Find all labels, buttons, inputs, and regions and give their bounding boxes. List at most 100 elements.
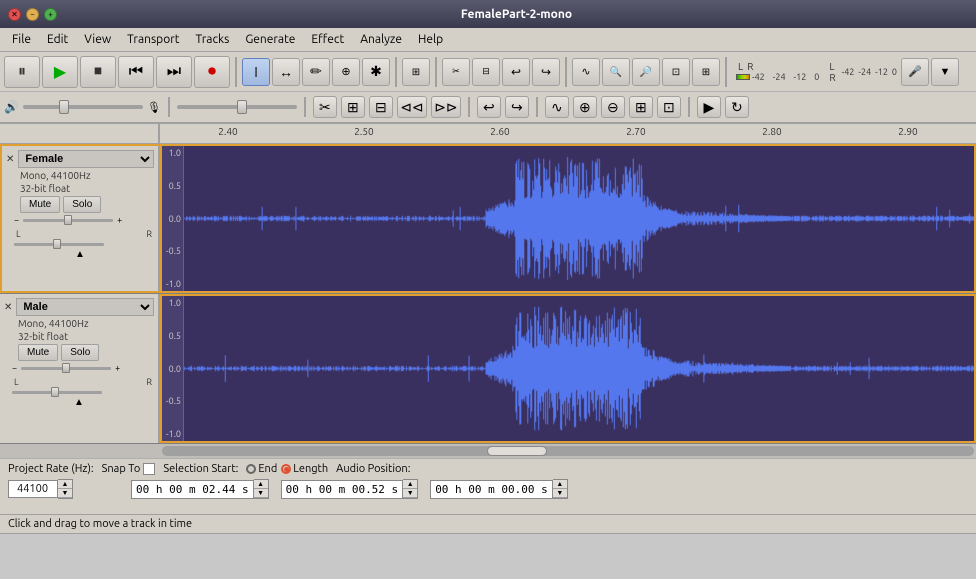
female-gain-slider[interactable]: − + — [14, 215, 154, 225]
length-radio-circle[interactable] — [281, 464, 291, 474]
project-rate-spin-down[interactable]: ▼ — [58, 489, 72, 498]
stop-button[interactable]: ⏹ — [80, 56, 116, 88]
fit-button[interactable]: ⊡ — [662, 58, 690, 86]
fit2-button[interactable]: ⊞ — [629, 96, 653, 118]
cut-button[interactable]: ✂ — [313, 96, 337, 118]
play-button[interactable]: ▶ — [42, 56, 78, 88]
male-mute-button[interactable]: Mute — [18, 344, 58, 361]
female-gain-thumb[interactable] — [64, 215, 72, 225]
multi-tool-button[interactable]: ⊞ — [402, 58, 430, 86]
maximize-button[interactable]: + — [44, 8, 57, 21]
input-monitor-button[interactable]: 🎤 — [901, 58, 929, 86]
silence-button[interactable]: ⊟ — [472, 58, 500, 86]
male-pan-slider[interactable] — [12, 391, 154, 394]
menu-tracks[interactable]: Tracks — [187, 31, 237, 48]
length-display[interactable]: 00 h 00 m 00.52 s — [281, 480, 404, 499]
zoom-tool-button[interactable]: ⊕ — [332, 58, 360, 86]
sel-start-spin-down[interactable]: ▼ — [254, 489, 268, 498]
menu-view[interactable]: View — [76, 31, 119, 48]
zoom-sel-button[interactable]: ⊞ — [692, 58, 720, 86]
female-track-close[interactable]: ✕ — [6, 153, 14, 165]
smooth2-button[interactable]: ∿ — [545, 96, 569, 118]
menu-file[interactable]: File — [4, 31, 39, 48]
horizontal-scrollbar[interactable] — [160, 444, 976, 458]
female-pan-track[interactable] — [14, 243, 104, 246]
audio-pos-spin-down[interactable]: ▼ — [553, 489, 567, 498]
project-rate-spin-up[interactable]: ▲ — [58, 480, 72, 489]
redo-button[interactable]: ↪ — [532, 58, 560, 86]
male-solo-button[interactable]: Solo — [61, 344, 99, 361]
male-waveform-area[interactable]: 1.0 0.5 0.0 -0.5 -1.0 — [160, 294, 976, 443]
sel-start-spin-up[interactable]: ▲ — [254, 480, 268, 489]
redo2-button[interactable]: ↪ — [505, 96, 529, 118]
length-spin[interactable]: ▲ ▼ — [403, 479, 418, 499]
zoom-in-button[interactable]: 🔍 — [602, 58, 630, 86]
length-spin-down[interactable]: ▼ — [403, 489, 417, 498]
scrollbar-thumb[interactable] — [487, 446, 547, 456]
playback-rate-track[interactable] — [177, 105, 297, 109]
menu-help[interactable]: Help — [410, 31, 451, 48]
output-monitor-button[interactable]: ▼ — [931, 58, 959, 86]
length-radio-button[interactable]: Length — [281, 463, 328, 475]
male-gain-track[interactable] — [21, 367, 111, 370]
trim-button[interactable]: ✂ — [442, 58, 470, 86]
play-at-speed-button[interactable]: ▶ — [697, 96, 721, 118]
zoom-out-button[interactable]: 🔎 — [632, 58, 660, 86]
menu-analyze[interactable]: Analyze — [352, 31, 410, 48]
nudge-right-button[interactable]: ⊳⊳ — [431, 96, 461, 118]
timeshift-tool-button[interactable]: ✱ — [362, 58, 390, 86]
close-button[interactable]: ✕ — [8, 8, 21, 21]
rewind-button[interactable]: ⏮ — [118, 56, 154, 88]
window-controls[interactable]: ✕ − + — [8, 8, 57, 21]
loop-button[interactable]: ↻ — [725, 96, 749, 118]
menu-transport[interactable]: Transport — [119, 31, 187, 48]
female-collapse-button[interactable]: ▲ — [6, 248, 154, 260]
menu-generate[interactable]: Generate — [237, 31, 303, 48]
female-waveform-area[interactable]: 1.0 0.5 0.0 -0.5 -1.0 — [160, 144, 976, 293]
female-mute-button[interactable]: Mute — [20, 196, 60, 213]
female-pan-slider[interactable] — [14, 243, 154, 246]
copy-button[interactable]: ⊞ — [341, 96, 365, 118]
volume-slider-track[interactable] — [23, 105, 143, 109]
menu-effect[interactable]: Effect — [303, 31, 352, 48]
audio-position-display[interactable]: 00 h 00 m 00.00 s — [430, 480, 553, 499]
project-rate-spin[interactable]: ▲ ▼ — [58, 479, 73, 499]
project-rate-display[interactable]: 44100 — [8, 480, 58, 498]
volume-slider-thumb[interactable] — [59, 100, 69, 114]
selection-start-display[interactable]: 00 h 00 m 02.44 s — [131, 480, 254, 499]
female-gain-track[interactable] — [23, 219, 113, 222]
zoom-out2-button[interactable]: ⊖ — [601, 96, 625, 118]
draw-smooth-button[interactable]: ∿ — [572, 58, 600, 86]
end-radio-button[interactable]: End — [246, 463, 277, 475]
volume-slider-container[interactable] — [23, 105, 143, 109]
cursor-tool-button[interactable]: I — [242, 58, 270, 86]
pause-button[interactable]: ⏸ — [4, 56, 40, 88]
undo-button[interactable]: ↩ — [502, 58, 530, 86]
male-pan-thumb[interactable] — [51, 387, 59, 397]
undo2-button[interactable]: ↩ — [477, 96, 501, 118]
female-pan-thumb[interactable] — [53, 239, 61, 249]
paste-button[interactable]: ⊟ — [369, 96, 393, 118]
selection-start-spin[interactable]: ▲ ▼ — [254, 479, 269, 499]
male-track-close[interactable]: ✕ — [4, 301, 12, 313]
length-spin-up[interactable]: ▲ — [403, 480, 417, 489]
male-gain-slider[interactable]: − + — [12, 363, 154, 373]
playback-rate-container[interactable] — [177, 105, 297, 109]
snap-checkbox-input[interactable] — [143, 463, 155, 475]
end-radio-circle[interactable] — [246, 464, 256, 474]
playback-rate-thumb[interactable] — [237, 100, 247, 114]
male-gain-thumb[interactable] — [62, 363, 70, 373]
female-solo-button[interactable]: Solo — [63, 196, 101, 213]
male-collapse-button[interactable]: ▲ — [4, 396, 154, 408]
zoom-in2-button[interactable]: ⊕ — [573, 96, 597, 118]
zoom3-button[interactable]: ⊡ — [657, 96, 681, 118]
female-track-name-select[interactable]: Female — [18, 150, 154, 168]
male-track-name-select[interactable]: Male — [16, 298, 154, 316]
nudge-left-button[interactable]: ⊲⊲ — [397, 96, 427, 118]
minimize-button[interactable]: − — [26, 8, 39, 21]
audio-pos-spin-up[interactable]: ▲ — [553, 480, 567, 489]
forward-button[interactable]: ⏭ — [156, 56, 192, 88]
record-button[interactable]: ⏺ — [194, 56, 230, 88]
envelope-tool-button[interactable]: ↔ — [272, 58, 300, 86]
menu-edit[interactable]: Edit — [39, 31, 76, 48]
